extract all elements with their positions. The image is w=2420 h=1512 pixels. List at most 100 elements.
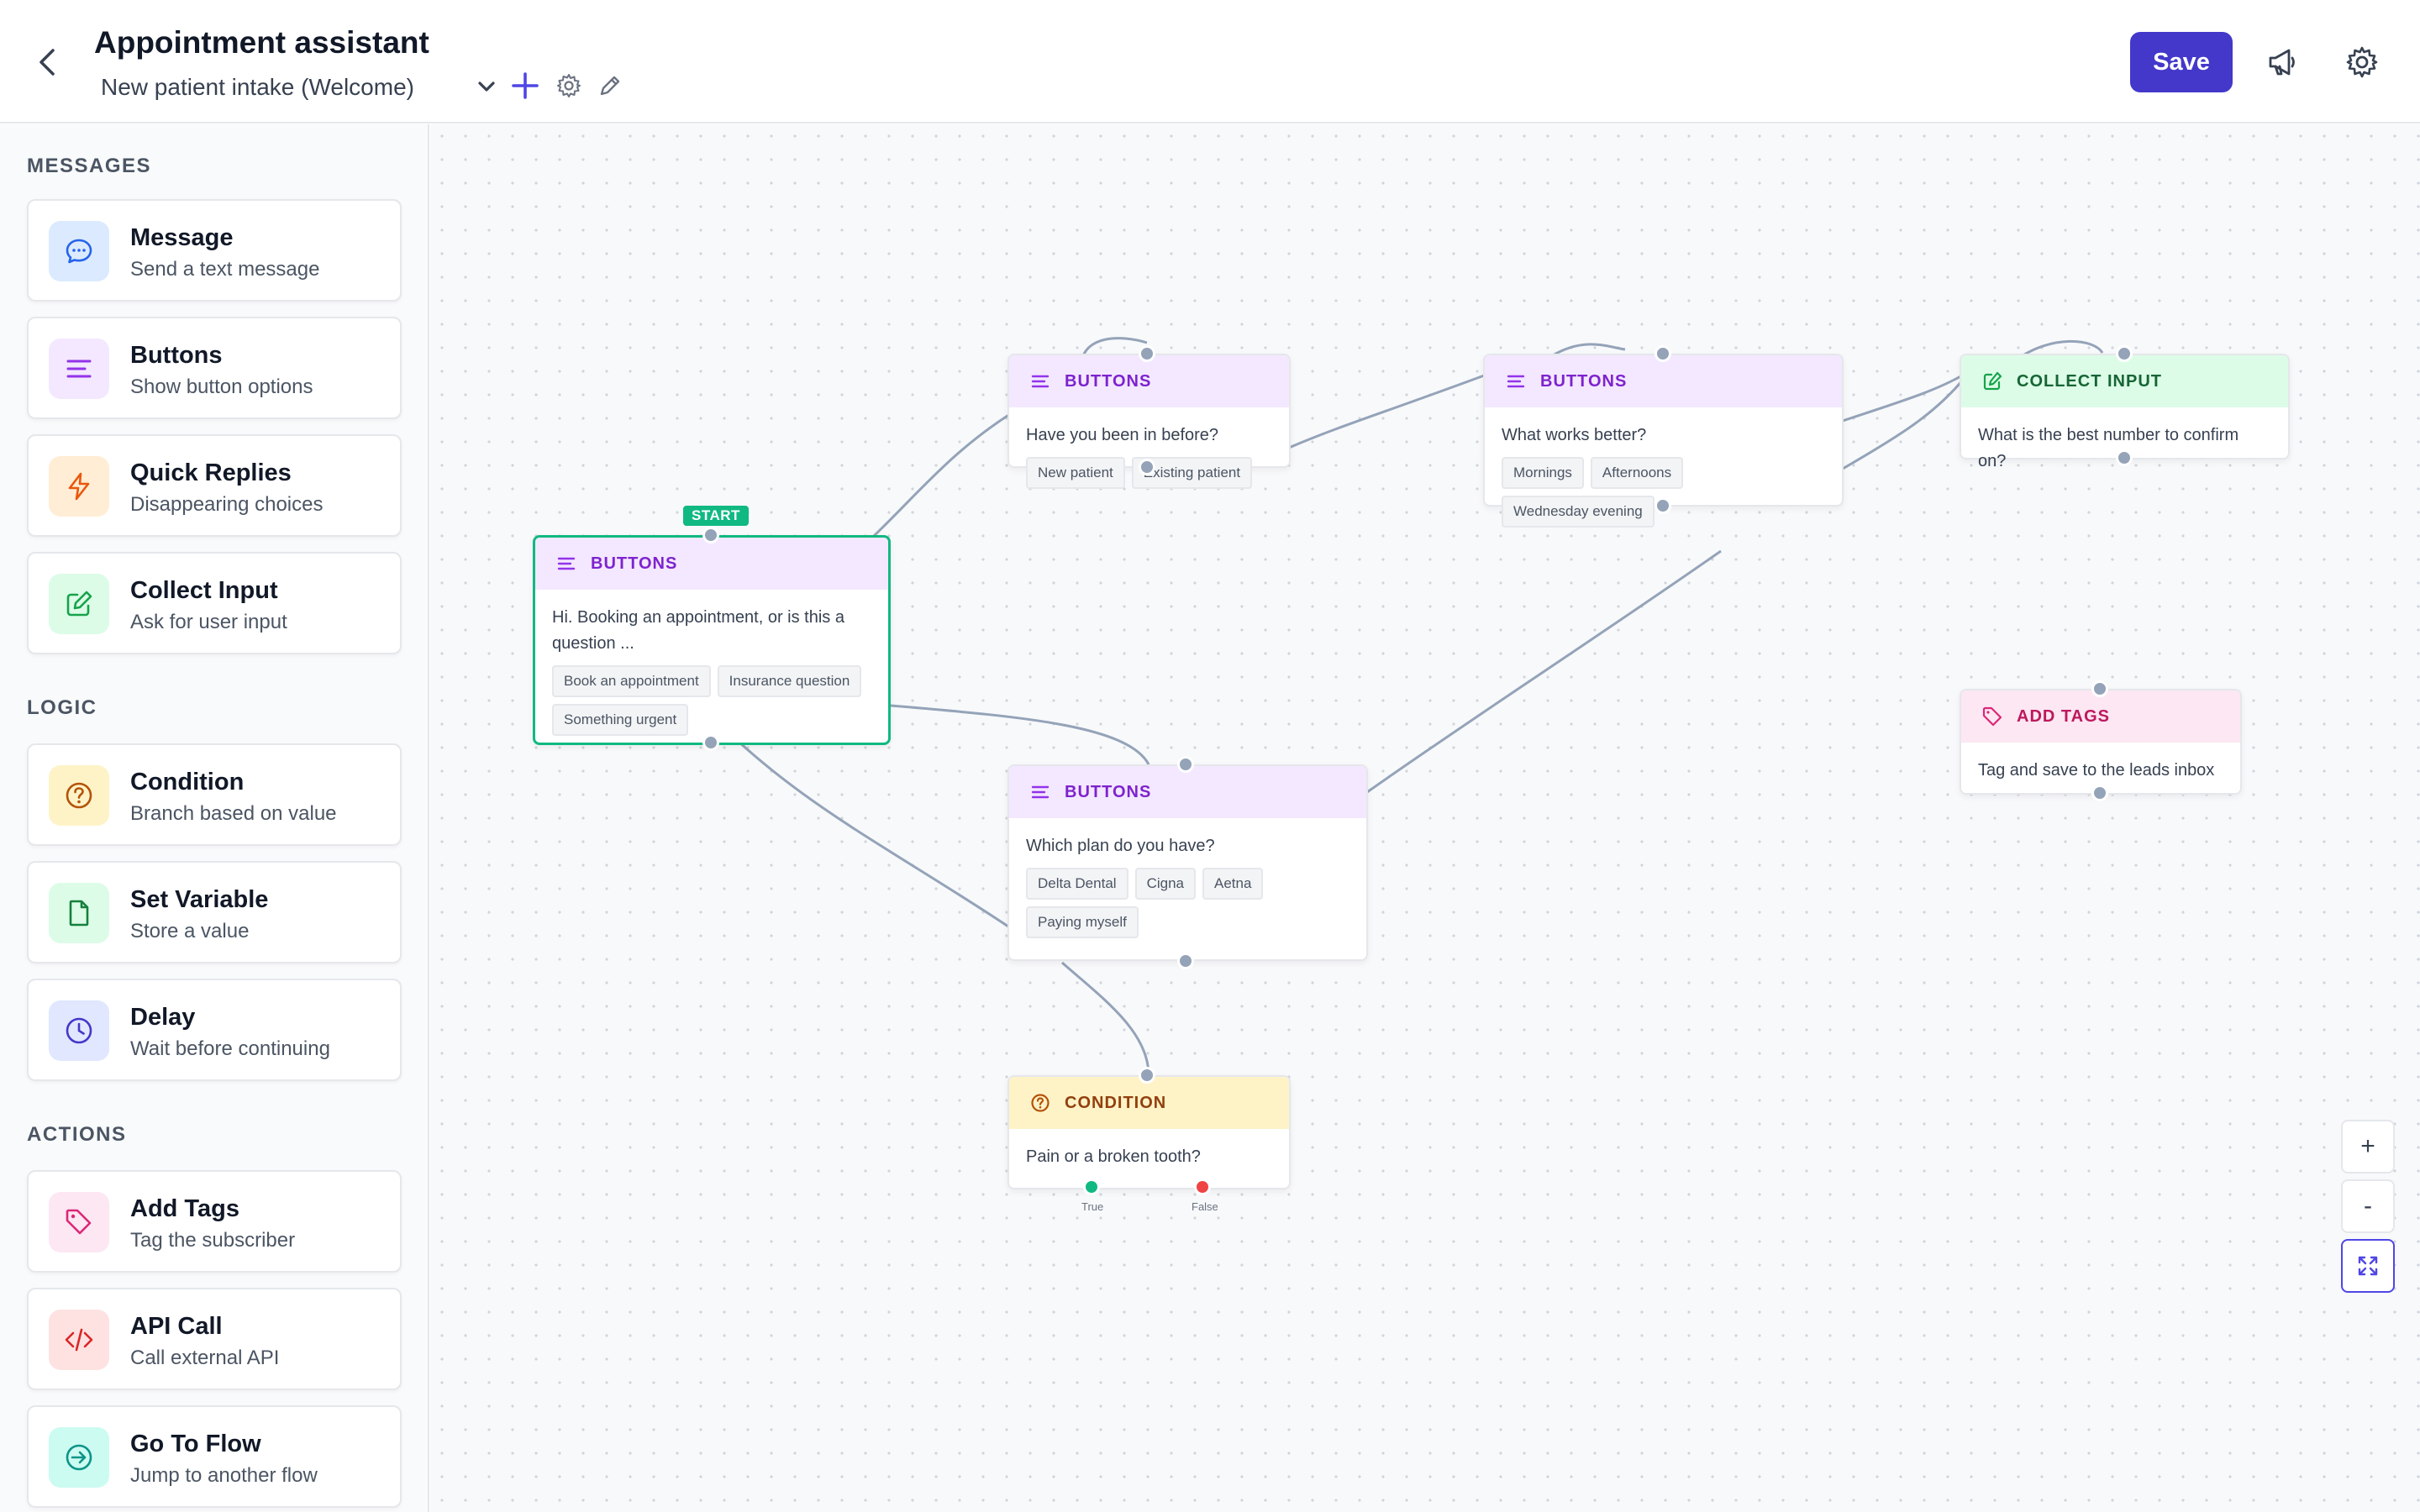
node-body: Which plan do you have? Delta Dental Cig… <box>1009 818 1366 938</box>
node-body: Have you been in before? New patient Exi… <box>1009 407 1289 489</box>
chip[interactable]: Something urgent <box>552 704 689 736</box>
input-handle[interactable] <box>1139 1067 1155 1084</box>
false-label: False <box>1192 1200 1218 1213</box>
input-handle[interactable] <box>1655 345 1671 362</box>
palette-item-title: Message <box>130 224 234 251</box>
palette-item-subtitle: Store a value <box>130 920 250 942</box>
pencil-icon <box>600 76 620 96</box>
chip-list: Delta Dental Cigna Aetna Paying myself <box>1026 868 1278 938</box>
list-lines-icon <box>554 551 579 576</box>
flow-selector[interactable]: New patient intake (Welcome) <box>94 69 497 106</box>
edge-timing-to-collect-2 <box>1842 378 1965 470</box>
chip[interactable]: Paying myself <box>1026 906 1139 938</box>
chip[interactable]: Aetna <box>1202 868 1264 900</box>
palette-item-collect-input[interactable]: Collect Input Ask for user input <box>27 552 402 654</box>
save-button[interactable]: Save <box>2130 32 2233 92</box>
chat-bubble-icon <box>49 221 109 281</box>
rename-flow-button[interactable] <box>592 67 629 104</box>
chip[interactable]: New patient <box>1026 457 1125 489</box>
chip[interactable]: Insurance question <box>717 665 862 697</box>
palette-item-message[interactable]: Message Send a text message <box>27 199 402 302</box>
chevron-down-icon <box>476 76 497 102</box>
palette-item-subtitle: Ask for user input <box>130 611 287 633</box>
palette-item-title: Delay <box>130 1004 196 1031</box>
node-body: Tag and save to the leads inbox <box>1961 743 2240 784</box>
node-text: Which plan do you have? <box>1026 837 1215 855</box>
input-handle[interactable] <box>2091 680 2108 697</box>
input-handle[interactable] <box>1177 756 1194 773</box>
palette-item-set-variable[interactable]: Set Variable Store a value <box>27 861 402 963</box>
palette-item-delay[interactable]: Delay Wait before continuing <box>27 979 402 1081</box>
node-type: BUTTONS <box>1540 371 1628 391</box>
section-label-actions: ACTIONS <box>27 1123 127 1146</box>
node-type: BUTTONS <box>1065 782 1152 801</box>
edit-icon <box>49 574 109 634</box>
palette-item-quick-replies[interactable]: Quick Replies Disappearing choices <box>27 434 402 537</box>
flow-canvas[interactable]: START BUTTONS Hi. Booking an appointment… <box>430 124 2420 1512</box>
node-header: BUTTONS <box>1009 766 1366 818</box>
broadcast-button[interactable] <box>2262 42 2302 82</box>
palette-item-subtitle: Branch based on value <box>130 802 337 825</box>
flow-node-visited[interactable]: BUTTONS Have you been in before? New pat… <box>1007 354 1291 489</box>
node-header: BUTTONS <box>1009 355 1289 407</box>
zoom-in-button[interactable]: + <box>2341 1120 2395 1173</box>
node-type: BUTTONS <box>591 554 678 573</box>
node-type: BUTTONS <box>1065 371 1152 391</box>
output-handle[interactable] <box>1655 497 1671 514</box>
palette-item-title: Collect Input <box>130 577 278 604</box>
output-handle[interactable] <box>2091 785 2108 801</box>
flow-node-start[interactable]: BUTTONS Hi. Booking an appointment, or i… <box>533 535 891 745</box>
node-text: Tag and save to the leads inbox <box>1978 761 2215 780</box>
output-handle[interactable] <box>2116 449 2133 466</box>
chip[interactable]: Wednesday evening <box>1502 496 1655 528</box>
palette-item-title: Go To Flow <box>130 1431 261 1457</box>
list-lines-icon <box>1028 369 1053 394</box>
output-handle[interactable] <box>1139 459 1155 475</box>
palette-item-subtitle: Call external API <box>130 1347 280 1369</box>
settings-button[interactable] <box>2342 42 2382 82</box>
palette-item-go-to-flow[interactable]: Go To Flow Jump to another flow <box>27 1405 402 1508</box>
flow-node-collect[interactable]: COLLECT INPUT What is the best number to… <box>1960 354 2290 470</box>
node-text: What works better? <box>1502 426 1647 444</box>
flow-node-tags[interactable]: ADD TAGS Tag and save to the leads inbox <box>1960 689 2242 795</box>
palette-item-api-call[interactable]: API Call Call external API <box>27 1288 402 1390</box>
chip[interactable]: Book an appointment <box>552 665 711 697</box>
section-label-logic: LOGIC <box>27 696 97 719</box>
palette-item-condition[interactable]: Condition Branch based on value <box>27 743 402 846</box>
output-handle[interactable] <box>1177 953 1194 969</box>
input-handle[interactable] <box>702 527 719 543</box>
node-header: COLLECT INPUT <box>1961 355 2288 407</box>
chip[interactable]: Mornings <box>1502 457 1584 489</box>
palette-item-buttons[interactable]: Buttons Show button options <box>27 317 402 419</box>
palette-item-title: Set Variable <box>130 886 269 913</box>
palette-item-subtitle: Wait before continuing <box>130 1037 330 1060</box>
add-flow-button[interactable] <box>507 67 544 104</box>
true-output-handle[interactable] <box>1083 1179 1100 1195</box>
input-handle[interactable] <box>1139 345 1155 362</box>
chip[interactable]: Delta Dental <box>1026 868 1128 900</box>
list-lines-icon <box>1028 780 1053 805</box>
input-handle[interactable] <box>2116 345 2133 362</box>
node-type: COLLECT INPUT <box>2017 371 2162 391</box>
chip[interactable]: Afternoons <box>1590 457 1684 489</box>
plus-icon <box>512 72 539 99</box>
flow-node-timing[interactable]: BUTTONS What works better? Mornings Afte… <box>1483 354 1844 528</box>
question-circle-icon <box>1028 1090 1053 1116</box>
chip[interactable]: Cigna <box>1134 868 1196 900</box>
output-handle[interactable] <box>702 734 719 751</box>
fit-view-button[interactable] <box>2341 1239 2395 1293</box>
flow-settings-button[interactable] <box>550 67 587 104</box>
palette-item-subtitle: Jump to another flow <box>130 1464 318 1487</box>
flow-node-plan[interactable]: BUTTONS Which plan do you have? Delta De… <box>1007 764 1368 961</box>
node-body: Hi. Booking an appointment, or is this a… <box>535 590 888 736</box>
edge-plan-to-timing <box>1366 549 1722 794</box>
node-text: Hi. Booking an appointment, or is this a… <box>552 608 844 653</box>
flow-node-condition[interactable]: CONDITION Pain or a broken tooth? <box>1007 1075 1291 1189</box>
palette-item-subtitle: Send a text message <box>130 258 320 281</box>
true-label: True <box>1081 1200 1104 1213</box>
zoom-out-button[interactable]: - <box>2341 1179 2395 1233</box>
edge-start-to-plan-2 <box>736 739 1009 928</box>
palette-item-add-tags[interactable]: Add Tags Tag the subscriber <box>27 1170 402 1273</box>
false-output-handle[interactable] <box>1194 1179 1211 1195</box>
back-button[interactable] <box>29 44 66 81</box>
